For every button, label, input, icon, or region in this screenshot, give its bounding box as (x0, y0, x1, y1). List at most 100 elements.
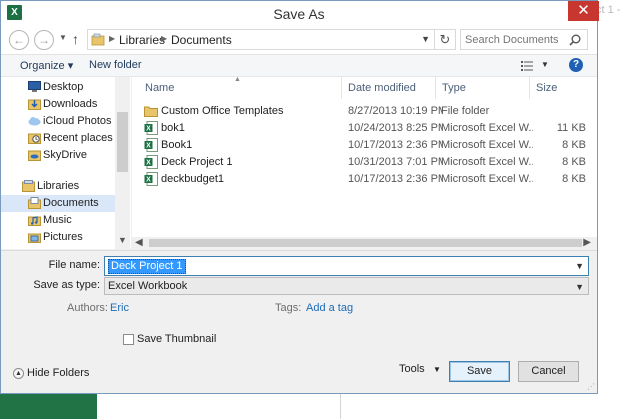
recent-locations-dropdown-icon[interactable]: ▼ (59, 33, 67, 42)
excel-file-icon: X (144, 172, 158, 186)
search-icon[interactable] (569, 34, 581, 46)
sidebar-item-desktop[interactable]: Desktop (1, 79, 115, 96)
file-name: Book1 (161, 139, 193, 151)
svg-text:X: X (146, 143, 151, 150)
column-header-name[interactable]: ▲ Name (139, 76, 339, 99)
file-date: 10/17/2013 2:36 PM (348, 139, 442, 151)
back-button[interactable]: ← (9, 30, 29, 50)
cancel-button[interactable]: Cancel (518, 361, 579, 382)
scrollbar-thumb[interactable] (117, 112, 128, 172)
file-size: 8 KB (562, 156, 586, 168)
breadcrumb-separator-icon: ▶ (109, 34, 116, 43)
column-header-size[interactable]: Size (529, 77, 589, 99)
sidebar-item-icloud-photos[interactable]: iCloud Photos (1, 113, 115, 130)
save-button[interactable]: Save (449, 361, 510, 382)
add-tag-link[interactable]: Add a tag (306, 302, 353, 314)
file-type: Microsoft Excel W... (441, 173, 533, 185)
organize-menu[interactable]: Organize ▾ (20, 59, 73, 72)
sidebar-item-pictures[interactable]: Pictures (1, 229, 115, 246)
navigation-pane: Desktop Downloads iCloud Photos Recent p… (1, 77, 131, 249)
file-row[interactable]: X deckbudget1 10/17/2013 2:36 PM Microso… (132, 171, 597, 188)
recent-places-icon (28, 133, 41, 144)
file-date: 10/31/2013 7:01 PM (348, 156, 442, 168)
sidebar-item-label: Downloads (43, 98, 98, 110)
save-options-panel: File name: Deck Project 1 ▼ Save as type… (1, 250, 597, 393)
sidebar-item-label: iCloud Photos (43, 115, 112, 127)
file-date: 10/24/2013 8:25 PM (348, 122, 442, 134)
horizontal-scrollbar[interactable]: ◀ ▶ (132, 237, 597, 249)
file-name-field[interactable]: Deck Project 1 ▼ (104, 256, 589, 276)
skydrive-icon (28, 150, 41, 161)
save-thumbnail-checkbox[interactable] (123, 334, 134, 345)
save-thumbnail-label[interactable]: Save Thumbnail (136, 332, 217, 346)
authors-label: Authors: (67, 302, 108, 314)
save-as-type-dropdown-icon[interactable]: ▼ (575, 282, 584, 292)
scroll-left-icon[interactable]: ◀ (135, 237, 143, 248)
file-type: Microsoft Excel W... (441, 122, 533, 134)
search-input[interactable] (465, 32, 565, 48)
file-name-value[interactable]: Deck Project 1 (108, 259, 186, 274)
view-dropdown-icon[interactable]: ▼ (541, 60, 549, 69)
file-name: Deck Project 1 (161, 156, 233, 168)
file-name: bok1 (161, 122, 185, 134)
file-row[interactable]: X Book1 10/17/2013 2:36 PM Microsoft Exc… (132, 137, 597, 154)
hide-folders-label: Hide Folders (27, 367, 90, 379)
svg-text:X: X (146, 177, 151, 184)
file-name-dropdown-icon[interactable]: ▼ (575, 261, 584, 271)
save-as-type-value: Excel Workbook (108, 280, 188, 292)
search-box[interactable] (460, 29, 588, 50)
documents-icon (28, 197, 41, 209)
resize-grip-icon[interactable]: ⋰ (587, 383, 595, 391)
excel-backstage-strip (0, 393, 97, 419)
icloud-icon (28, 117, 41, 126)
breadcrumb-libraries[interactable]: Libraries (119, 33, 165, 47)
sidebar-item-label: Music (43, 214, 72, 226)
background-document-title: ct 1 - (596, 4, 620, 16)
up-folder-button[interactable]: ↑ (72, 31, 79, 47)
address-bar[interactable]: ▶ Libraries ▶ Documents ▼ (87, 29, 435, 50)
scroll-right-icon[interactable]: ▶ (583, 237, 591, 248)
address-dropdown-icon[interactable]: ▼ (421, 34, 430, 44)
forward-button[interactable]: → (34, 30, 54, 50)
navigation-pane-scrollbar[interactable]: ▼ (115, 77, 130, 249)
authors-value[interactable]: Eric (110, 302, 129, 314)
help-icon[interactable]: ? (569, 58, 583, 72)
breadcrumb-separator-icon: ▶ (161, 34, 168, 43)
file-row[interactable]: X bok1 10/24/2013 8:25 PM Microsoft Exce… (132, 120, 597, 137)
downloads-icon (28, 99, 41, 110)
scroll-down-icon[interactable]: ▼ (118, 235, 127, 245)
save-as-dialog: X Save As ✕ ← → ▼ ↑ ▶ Libraries ▶ Docume… (0, 0, 599, 394)
scrollbar-thumb[interactable] (149, 239, 582, 247)
libraries-folder-icon (91, 33, 105, 46)
sidebar-item-documents[interactable]: Documents (1, 195, 115, 212)
column-header-label: Date modified (348, 82, 416, 94)
breadcrumb-documents[interactable]: Documents (171, 33, 232, 47)
view-options-icon[interactable] (521, 60, 533, 71)
column-header-type[interactable]: Type (435, 77, 529, 99)
sidebar-item-skydrive[interactable]: SkyDrive (1, 147, 115, 164)
folder-icon (144, 106, 158, 117)
save-as-type-select[interactable]: Excel Workbook ▼ (104, 277, 589, 295)
sidebar-item-label: Desktop (43, 81, 84, 93)
file-size: 8 KB (562, 173, 586, 185)
libraries-icon (22, 180, 35, 192)
sidebar-item-libraries[interactable]: Libraries (1, 178, 115, 195)
tools-menu[interactable]: Tools (399, 363, 425, 375)
file-row[interactable]: Custom Office Templates 8/27/2013 10:19 … (132, 103, 597, 120)
refresh-button[interactable]: ↻ (434, 29, 456, 50)
file-row[interactable]: X Deck Project 1 10/31/2013 7:01 PM Micr… (132, 154, 597, 171)
dialog-title: Save As (273, 6, 325, 22)
sidebar-item-downloads[interactable]: Downloads (1, 96, 115, 113)
tools-dropdown-icon[interactable]: ▼ (433, 365, 441, 374)
sidebar-item-music[interactable]: Music (1, 212, 115, 229)
sidebar-item-recent-places[interactable]: Recent places (1, 130, 115, 147)
sidebar-item-label: Documents (43, 197, 99, 209)
close-button[interactable]: ✕ (568, 1, 599, 21)
column-header-label: Type (442, 82, 466, 94)
desktop-icon (28, 81, 41, 92)
file-name-label: File name: (48, 259, 100, 271)
file-name: Custom Office Templates (161, 105, 284, 117)
file-date: 10/17/2013 2:36 PM (348, 173, 442, 185)
column-header-date-modified[interactable]: Date modified (341, 77, 435, 99)
new-folder-button[interactable]: New folder (89, 59, 142, 71)
